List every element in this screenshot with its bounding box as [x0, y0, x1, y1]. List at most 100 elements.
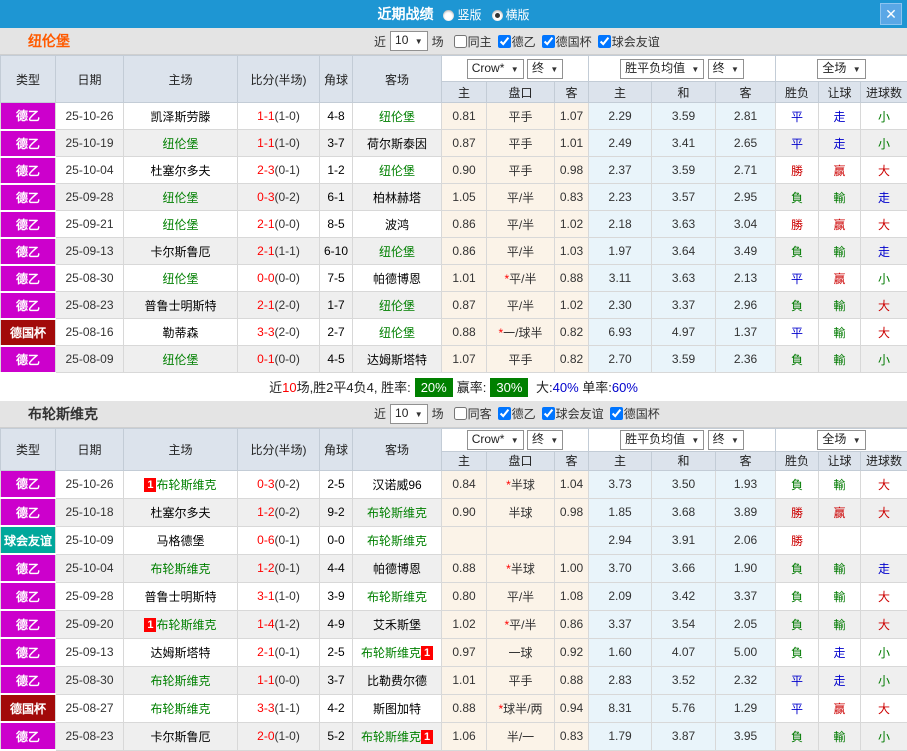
rank-badge: 1: [144, 617, 157, 632]
match-date-cell: 25-10-18: [55, 497, 124, 527]
mean-home-cell: 2.18: [588, 210, 652, 238]
match-count-select[interactable]: 10 ▼: [390, 31, 428, 51]
checkbox-label: 德乙: [511, 407, 536, 421]
home-team-cell: 普鲁士明斯特: [123, 291, 238, 319]
league-filter-checkbox[interactable]: [541, 34, 555, 48]
home-odds-cell: 1.07: [441, 345, 487, 373]
sections-container: 纽伦堡近 10 ▼ 场同主 德乙 德国杯 球会友谊 类型 日期 主场 比分(半场) 角球 客场 Crow…: [0, 28, 907, 751]
radio-icon[interactable]: [491, 9, 503, 21]
summary-match-count: 10: [282, 379, 297, 395]
close-icon[interactable]: ✕: [880, 3, 902, 25]
league-filter-checkbox[interactable]: [497, 407, 511, 420]
corner-cell: 3-7: [319, 665, 353, 695]
final-odds-select[interactable]: 终 ▼: [707, 58, 744, 79]
bookmaker-select[interactable]: Crow* ▼: [466, 58, 524, 79]
summary-row: 近10场,胜2平4负4, 胜率: 20% 赢率: 30% 大:40% 单率:60%: [0, 373, 907, 401]
mean-odds-select[interactable]: 胜平负均值 ▼: [620, 429, 705, 450]
final-odds-select[interactable]: 终 ▼: [527, 58, 564, 79]
league-filter[interactable]: 球会友谊: [541, 405, 604, 422]
handicap-value: 一/球半: [503, 325, 543, 340]
matches-table: 类型 日期 主场 比分(半场) 角球 客场 Crow* ▼ 终 ▼ 胜平负均值 ▼ 终 ▼ 全场…: [0, 55, 907, 374]
match-count-select[interactable]: 10 ▼: [390, 403, 428, 424]
mean-draw-cell: 3.57: [651, 183, 716, 211]
scope-select[interactable]: 全场 ▼: [817, 58, 866, 79]
home-odds-cell: 0.88: [441, 553, 487, 583]
score-cell: 2-1(2-0): [237, 291, 320, 319]
dropdown-caret-icon: ▼: [414, 37, 423, 46]
away-team-cell: 荷尔斯泰因: [352, 129, 442, 157]
score-cell: 1-2(0-2): [237, 497, 320, 527]
away-team-cell: 布轮斯维克: [352, 525, 442, 555]
league-filter[interactable]: 德乙: [497, 405, 536, 422]
layout-radio-horizontal[interactable]: 横版: [484, 6, 530, 23]
corner-cell: 1-2: [319, 156, 353, 184]
rank-badge: 1: [144, 477, 157, 492]
away-team-name: 纽伦堡: [378, 244, 415, 259]
mean-home-cell: 3.11: [588, 264, 652, 292]
handicap-result-cell: 輸: [818, 183, 861, 211]
mean-odds-select[interactable]: 胜平负均值 ▼: [620, 58, 705, 79]
profit-rate-badge: 30%: [490, 377, 529, 397]
same-venue-filter[interactable]: 同客: [453, 405, 492, 422]
home-odds-cell: [441, 525, 487, 555]
rank-badge: 1: [421, 729, 433, 744]
league-filter-checkbox[interactable]: [541, 407, 555, 420]
final-odds-select[interactable]: 终 ▼: [707, 429, 744, 450]
mean-away-cell: 3.89: [715, 497, 776, 527]
table-row: 德乙 25-10-26 1 布轮斯维克 0-3(0-2) 2-5 汉诺威96 0.84 *半球 1…: [0, 469, 907, 499]
handicap-result-cell: 走: [818, 665, 861, 695]
match-date-cell: 25-09-13: [55, 237, 124, 265]
home-team-name: 凯泽斯劳滕: [150, 109, 211, 124]
home-team-name: 普鲁士明斯特: [144, 298, 217, 313]
league-filter-checkbox[interactable]: [609, 407, 623, 420]
league-filter-checkbox[interactable]: [497, 34, 511, 48]
score-cell: 2-1(0-0): [237, 210, 320, 238]
mean-draw-cell: 3.91: [651, 525, 716, 555]
home-team-cell: 布轮斯维克: [123, 693, 238, 723]
match-type-cell: 德乙: [0, 609, 56, 639]
final-odds-select[interactable]: 终 ▼: [527, 429, 564, 450]
away-team-name: 纽伦堡: [378, 298, 415, 313]
radio-icon[interactable]: [443, 9, 455, 21]
sub-column-header: 和: [651, 81, 716, 103]
mean-home-cell: 3.37: [588, 609, 652, 639]
layout-radio-vertical[interactable]: 竖版: [435, 6, 482, 23]
home-team-name: 纽伦堡: [162, 190, 199, 205]
score-cell: 3-1(1-0): [237, 581, 320, 611]
odds-select-group: Crow* ▼ 终 ▼: [441, 427, 589, 452]
same-venue-filter-checkbox[interactable]: [453, 407, 467, 420]
away-team-cell: 布轮斯维克 1: [352, 637, 442, 667]
league-filter[interactable]: 德国杯: [609, 405, 660, 422]
league-filter[interactable]: 球会友谊: [597, 33, 660, 50]
table-row: 德乙 25-09-21 纽伦堡 2-1(0-0) 8-5 波鸿 0.86 平/半 1.02 2.1…: [0, 210, 907, 239]
away-team-cell: 汉诺威96: [352, 469, 442, 499]
result-cell: 勝: [775, 525, 819, 555]
same-venue-filter-checkbox[interactable]: [453, 34, 467, 48]
match-type-cell: 德乙: [0, 721, 56, 751]
score-cell: 3-3(2-0): [237, 318, 320, 346]
scope-select[interactable]: 全场 ▼: [817, 429, 866, 450]
home-team-name: 布轮斯维克: [150, 701, 211, 716]
handicap-cell: *平/半: [486, 264, 555, 292]
corner-cell: 4-2: [319, 693, 353, 723]
league-filter[interactable]: 德国杯: [541, 33, 592, 50]
score-cell: 2-0(1-0): [237, 721, 320, 751]
home-team-cell: 杜塞尔多夫: [123, 156, 238, 184]
same-venue-filter[interactable]: 同主: [453, 33, 492, 50]
sub-column-header: 进球数: [860, 81, 907, 103]
home-team-name: 纽伦堡: [162, 136, 199, 151]
games-label: 场: [431, 34, 444, 49]
match-date-cell: 25-09-28: [55, 183, 124, 211]
match-date-cell: 25-10-04: [55, 553, 124, 583]
away-odds-cell: 0.83: [554, 721, 589, 751]
league-filter[interactable]: 德乙: [497, 33, 536, 50]
bookmaker-select[interactable]: Crow* ▼: [466, 429, 524, 450]
table-row: 德乙 25-08-30 纽伦堡 0-0(0-0) 7-5 帕德博恩 1.01 *平/半 0.88…: [0, 264, 907, 293]
mean-away-cell: 2.81: [715, 102, 776, 130]
handicap-value: 平手: [508, 136, 533, 151]
league-filter-checkbox[interactable]: [597, 34, 611, 48]
handicap-value: 球半/两: [503, 701, 543, 716]
column-header: 日期: [55, 55, 124, 103]
near-label: 近: [374, 34, 387, 49]
score-cell: 1-1(0-0): [237, 665, 320, 695]
